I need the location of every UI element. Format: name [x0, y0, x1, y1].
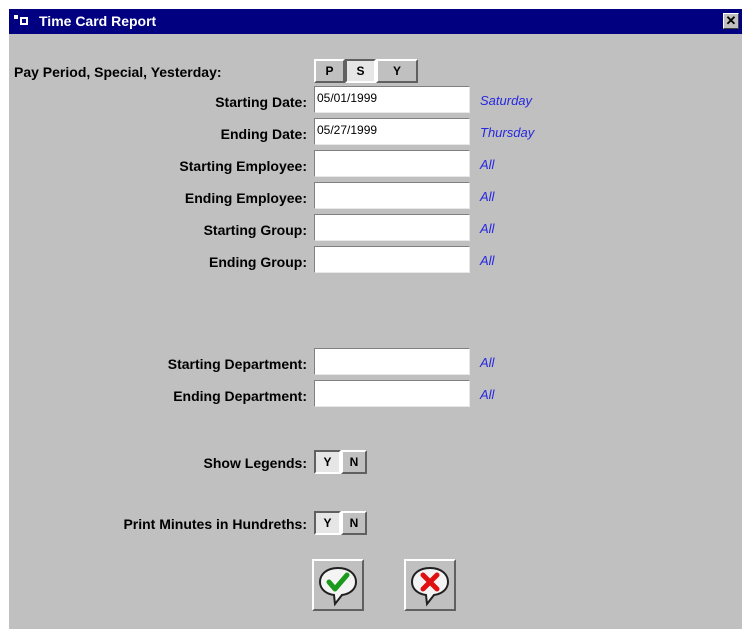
ending-employee-label: Ending Employee:: [184, 190, 307, 206]
cancel-button[interactable]: [404, 559, 456, 611]
ending-employee-hint: All: [480, 189, 495, 204]
ending-employee-field[interactable]: [314, 182, 470, 209]
starting-department-hint: All: [480, 355, 495, 370]
app-icon: [14, 15, 28, 25]
starting-group-field[interactable]: [314, 214, 470, 241]
ok-button[interactable]: [312, 559, 364, 611]
yesterday-button[interactable]: Y: [376, 59, 418, 83]
ending-group-field[interactable]: [314, 246, 470, 273]
starting-employee-field[interactable]: [314, 150, 470, 177]
print-minutes-no-button[interactable]: N: [341, 511, 367, 535]
print-minutes-yes-button[interactable]: Y: [314, 511, 341, 535]
ending-group-label: Ending Group:: [209, 254, 307, 270]
starting-employee-label: Starting Employee:: [179, 158, 307, 174]
print-minutes-label: Print Minutes in Hundreths:: [123, 516, 307, 532]
ending-department-hint: All: [480, 387, 495, 402]
pay-period-label: Pay Period, Special, Yesterday:: [14, 64, 222, 80]
ending-department-label: Ending Department:: [173, 388, 307, 404]
title-bar: Time Card Report ✕: [9, 9, 742, 34]
show-legends-label: Show Legends:: [203, 455, 307, 471]
show-legends-no-button[interactable]: N: [341, 450, 367, 474]
close-button[interactable]: ✕: [723, 13, 739, 29]
starting-group-hint: All: [480, 221, 495, 236]
starting-date-label: Starting Date:: [215, 94, 307, 110]
starting-employee-hint: All: [480, 157, 495, 172]
close-icon: ✕: [725, 13, 737, 28]
show-legends-yes-button[interactable]: Y: [314, 450, 341, 474]
window-title: Time Card Report: [39, 13, 157, 29]
starting-department-label: Starting Department:: [167, 356, 307, 372]
ending-date-day: Thursday: [480, 125, 535, 140]
starting-date-day: Saturday: [480, 93, 533, 108]
ending-date-field[interactable]: 05/27/1999: [314, 118, 470, 145]
x-icon: [410, 566, 450, 607]
time-card-report-window: Time Card Report ✕ Pay Period, Special, …: [9, 9, 742, 629]
starting-group-label: Starting Group:: [203, 222, 307, 238]
ending-date-label: Ending Date:: [220, 126, 307, 142]
special-button[interactable]: S: [345, 59, 376, 83]
ending-group-hint: All: [480, 253, 495, 268]
starting-date-field[interactable]: 05/01/1999: [314, 86, 470, 113]
starting-department-field[interactable]: [314, 348, 470, 375]
pay-period-button[interactable]: P: [314, 59, 345, 83]
ending-department-field[interactable]: [314, 380, 470, 407]
checkmark-icon: [318, 566, 358, 607]
